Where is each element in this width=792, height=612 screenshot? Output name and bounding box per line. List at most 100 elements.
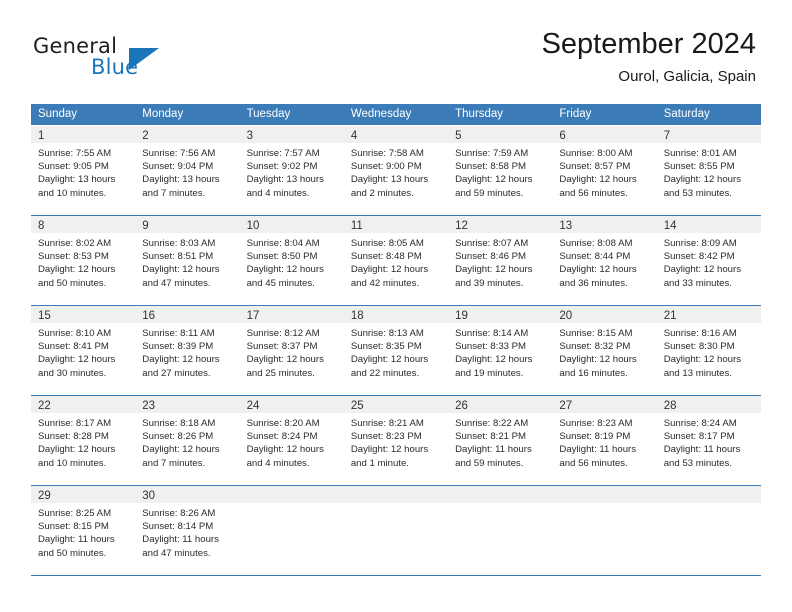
day-number: 21 — [663, 310, 677, 322]
day-cell[interactable]: 26 Sunrise: 8:22 AM Sunset: 8:21 PM Dayligh… — [448, 396, 553, 485]
daylight-text-line1: Daylight: 12 hours — [350, 354, 429, 366]
day-cell[interactable]: 18 Sunrise: 8:13 AM Sunset: 8:35 PM Dayligh… — [343, 306, 449, 395]
day-cell[interactable]: 9 Sunrise: 8:03 AM Sunset: 8:51 PM Daylight… — [135, 216, 240, 305]
daylight-text-line1: Daylight: 12 hours — [246, 444, 324, 456]
day-number-band: 28 — [656, 396, 761, 413]
day-cell[interactable]: 27 Sunrise: 8:23 AM Sunset: 8:19 PM Dayligh… — [552, 396, 657, 485]
day-number-band: 20 — [552, 306, 657, 323]
sunrise-text: Sunrise: 7:56 AM — [142, 148, 216, 159]
day-number-band: 24 — [239, 396, 344, 413]
day-number-band: 8 — [31, 216, 136, 233]
day-cell[interactable]: 4 Sunrise: 7:58 AM Sunset: 9:00 PM Daylight… — [343, 126, 449, 215]
weekday-header-tuesday: Tuesday — [246, 108, 291, 120]
brand-logo[interactable]: General Blue — [33, 34, 213, 86]
sunrise-text: Sunrise: 8:10 AM — [38, 328, 112, 339]
daylight-text-line2: and 53 minutes. — [663, 457, 732, 469]
day-cell[interactable]: 16 Sunrise: 8:11 AM Sunset: 8:39 PM Dayligh… — [135, 306, 240, 395]
day-cell-empty — [448, 486, 553, 575]
sunset-text: Sunset: 8:24 PM — [246, 431, 318, 443]
day-cell-empty — [656, 486, 761, 575]
day-number: 19 — [455, 310, 468, 322]
sunset-text: Sunset: 9:02 PM — [246, 161, 318, 173]
day-number: 11 — [350, 220, 363, 232]
day-number: 24 — [246, 400, 260, 412]
daylight-text-line2: and 39 minutes. — [455, 277, 524, 289]
day-cell[interactable]: 21 Sunrise: 8:16 AM Sunset: 8:30 PM Dayligh… — [656, 306, 761, 395]
page-title: September 2024 — [541, 28, 756, 60]
day-cell[interactable]: 11 Sunrise: 8:05 AM Sunset: 8:48 PM Dayligh… — [343, 216, 449, 305]
day-number-band: 16 — [135, 306, 240, 323]
day-info: Sunrise: 8:04 AM Sunset: 8:50 PM Daylight:… — [240, 233, 344, 290]
day-cell[interactable]: 1 Sunrise: 7:55 AM Sunset: 9:05 PM Daylight… — [31, 126, 136, 215]
daylight-text-line1: Daylight: 11 hours — [559, 444, 637, 456]
day-info: Sunrise: 8:14 AM Sunset: 8:33 PM Daylight:… — [448, 323, 552, 380]
sunrise-text: Sunrise: 8:20 AM — [246, 418, 320, 429]
day-number-band: 12 — [448, 216, 553, 233]
day-cell[interactable]: 8 Sunrise: 8:02 AM Sunset: 8:53 PM Daylight… — [31, 216, 136, 305]
day-cell[interactable]: 25 Sunrise: 8:21 AM Sunset: 8:23 PM Dayligh… — [343, 396, 449, 485]
day-cell[interactable]: 14 Sunrise: 8:09 AM Sunset: 8:42 PM Dayligh… — [656, 216, 761, 305]
day-cell[interactable]: 23 Sunrise: 8:18 AM Sunset: 8:26 PM Dayligh… — [135, 396, 240, 485]
day-cell[interactable]: 29 Sunrise: 8:25 AM Sunset: 8:15 PM Dayligh… — [31, 486, 136, 575]
day-number: 6 — [559, 130, 566, 142]
day-number-band: 29 — [31, 486, 136, 503]
weekday-header-row: Sunday Monday Tuesday Wednesday Thursday… — [31, 104, 761, 125]
day-info: Sunrise: 8:08 AM Sunset: 8:44 PM Daylight:… — [552, 233, 656, 290]
day-info — [344, 503, 448, 507]
page-header: General Blue September 2024 Ourol, Galic… — [0, 0, 792, 100]
sunset-text: Sunset: 8:15 PM — [38, 521, 109, 533]
day-cell[interactable]: 6 Sunrise: 8:00 AM Sunset: 8:57 PM Daylight… — [552, 126, 657, 215]
day-cell[interactable]: 10 Sunrise: 8:04 AM Sunset: 8:50 PM Dayligh… — [239, 216, 344, 305]
daylight-text-line1: Daylight: 13 hours — [142, 174, 220, 186]
day-cell[interactable]: 28 Sunrise: 8:24 AM Sunset: 8:17 PM Dayligh… — [656, 396, 761, 485]
day-number: 10 — [246, 220, 260, 232]
day-cell-empty — [552, 486, 657, 575]
daylight-text-line2: and 22 minutes. — [350, 367, 420, 379]
sunset-text: Sunset: 8:39 PM — [142, 341, 214, 353]
day-cell[interactable]: 12 Sunrise: 8:07 AM Sunset: 8:46 PM Dayligh… — [448, 216, 553, 305]
weekday-header-wednesday: Wednesday — [350, 108, 412, 120]
day-cell[interactable]: 3 Sunrise: 7:57 AM Sunset: 9:02 PM Daylight… — [239, 126, 344, 215]
day-number-band: 26 — [448, 396, 553, 413]
daylight-text-line1: Daylight: 12 hours — [142, 264, 220, 276]
sunrise-text: Sunrise: 8:24 AM — [663, 418, 737, 429]
day-cell[interactable]: 15 Sunrise: 8:10 AM Sunset: 8:41 PM Dayligh… — [31, 306, 136, 395]
day-cell[interactable]: 13 Sunrise: 8:08 AM Sunset: 8:44 PM Dayligh… — [552, 216, 657, 305]
day-number: 22 — [38, 400, 51, 412]
daylight-text-line1: Daylight: 13 hours — [350, 174, 429, 186]
location-subtitle: Ourol, Galicia, Spain — [618, 68, 756, 85]
day-number-band — [448, 486, 553, 503]
daylight-text-line1: Daylight: 12 hours — [559, 354, 637, 366]
day-cell[interactable]: 17 Sunrise: 8:12 AM Sunset: 8:37 PM Dayligh… — [239, 306, 344, 395]
day-cell[interactable]: 7 Sunrise: 8:01 AM Sunset: 8:55 PM Daylight… — [656, 126, 761, 215]
sunset-text: Sunset: 8:41 PM — [38, 341, 109, 353]
sunset-text: Sunset: 8:46 PM — [455, 251, 527, 263]
day-cell[interactable]: 19 Sunrise: 8:14 AM Sunset: 8:33 PM Dayligh… — [448, 306, 553, 395]
day-number-band: 4 — [343, 126, 449, 143]
day-info: Sunrise: 8:09 AM Sunset: 8:42 PM Daylight:… — [657, 233, 761, 290]
day-cell[interactable]: 5 Sunrise: 7:59 AM Sunset: 8:58 PM Daylight… — [448, 126, 553, 215]
day-number-band: 19 — [448, 306, 553, 323]
daylight-text-line2: and 59 minutes. — [455, 187, 524, 199]
day-info: Sunrise: 7:59 AM Sunset: 8:58 PM Daylight:… — [448, 143, 552, 200]
day-info: Sunrise: 8:05 AM Sunset: 8:48 PM Daylight:… — [344, 233, 448, 290]
sunset-text: Sunset: 8:58 PM — [455, 161, 527, 173]
sunset-text: Sunset: 8:48 PM — [350, 251, 422, 263]
day-info: Sunrise: 8:16 AM Sunset: 8:30 PM Daylight:… — [657, 323, 761, 380]
sunset-text: Sunset: 8:14 PM — [142, 521, 214, 533]
daylight-text-line2: and 10 minutes. — [38, 187, 107, 199]
sunrise-text: Sunrise: 8:07 AM — [455, 238, 529, 249]
day-cell[interactable]: 24 Sunrise: 8:20 AM Sunset: 8:24 PM Dayligh… — [239, 396, 344, 485]
day-number: 16 — [142, 310, 156, 322]
daylight-text-line1: Daylight: 12 hours — [663, 174, 742, 186]
day-cell[interactable]: 22 Sunrise: 8:17 AM Sunset: 8:28 PM Dayligh… — [31, 396, 136, 485]
day-info: Sunrise: 7:56 AM Sunset: 9:04 PM Daylight:… — [135, 143, 239, 200]
day-number-band: 3 — [239, 126, 344, 143]
day-cell[interactable]: 20 Sunrise: 8:15 AM Sunset: 8:32 PM Dayligh… — [552, 306, 657, 395]
daylight-text-line2: and 1 minute. — [350, 457, 409, 469]
title-block: September 2024 Ourol, Galicia, Spain — [542, 26, 756, 88]
day-cell[interactable]: 30 Sunrise: 8:26 AM Sunset: 8:14 PM Dayligh… — [135, 486, 240, 575]
daylight-text-line1: Daylight: 11 hours — [38, 534, 115, 546]
day-info: Sunrise: 8:20 AM Sunset: 8:24 PM Daylight:… — [240, 413, 344, 470]
day-cell[interactable]: 2 Sunrise: 7:56 AM Sunset: 9:04 PM Daylight… — [135, 126, 240, 215]
